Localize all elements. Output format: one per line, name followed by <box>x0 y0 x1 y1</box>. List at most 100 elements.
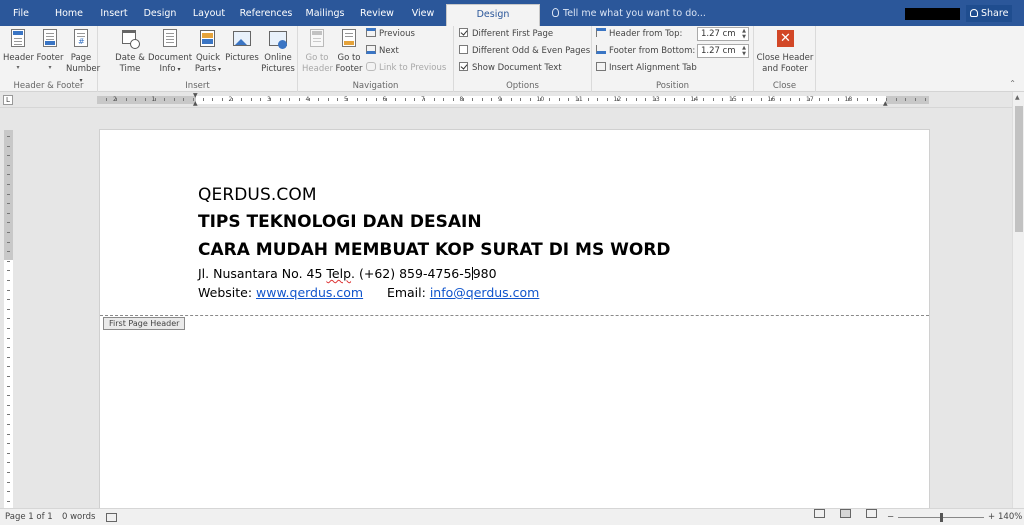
footer-from-bottom-label-row: Footer from Bottom: <box>596 44 695 58</box>
vertical-scrollbar[interactable]: ▲ <box>1012 92 1024 508</box>
go-to-header-button[interactable]: Go to Header <box>302 28 333 75</box>
tell-me-search[interactable]: Tell me what you want to do... <box>552 0 706 26</box>
ruler-tick <box>828 98 830 101</box>
ruler-tick <box>760 98 762 101</box>
vertical-ruler-tick <box>7 145 10 147</box>
header-content[interactable]: QERDUS.COM TIPS TEKNOLOGI DAN DESAIN CAR… <box>198 182 671 302</box>
tab-layout[interactable]: Layout <box>188 0 230 26</box>
header-line-site[interactable]: QERDUS.COM <box>198 182 671 209</box>
close-header-footer-button[interactable]: ✕ Close Header and Footer <box>756 28 814 75</box>
word-count-status[interactable]: 0 words <box>62 509 95 525</box>
print-layout-icon[interactable] <box>840 509 851 518</box>
ruler-tick <box>616 98 618 101</box>
header-line-contact[interactable]: Website: www.qerdus.com Email: info@qerd… <box>198 283 671 302</box>
link-to-previous-label: Link to Previous <box>379 63 447 73</box>
tab-view[interactable]: View <box>406 0 440 26</box>
footer-position-icon <box>596 45 606 54</box>
scrollbar-thumb[interactable] <box>1015 106 1023 232</box>
link-to-previous-button[interactable]: Link to Previous <box>366 61 446 75</box>
first-line-indent-marker[interactable]: ▼ <box>193 93 198 99</box>
collapse-ribbon-icon[interactable]: ⌃ <box>1009 79 1016 88</box>
page-number-button[interactable]: # Page Number ▾ <box>66 28 100 86</box>
right-indent-marker[interactable]: ▲ <box>883 101 888 107</box>
vertical-ruler-tick <box>7 443 10 445</box>
spelling-flag-word[interactable]: Telp <box>326 266 351 281</box>
website-link[interactable]: www.qerdus.com <box>256 285 363 300</box>
tab-selector[interactable]: L <box>3 95 13 105</box>
ruler-tick <box>539 98 541 101</box>
document-info-button[interactable]: Document Info ▾ <box>148 28 192 75</box>
date-time-label-2: Time <box>119 64 141 74</box>
footer-button[interactable]: Footer ▾ <box>35 28 65 71</box>
tab-references[interactable]: References <box>238 0 294 26</box>
header-button[interactable]: Header ▾ <box>3 28 34 71</box>
ruler-tick <box>693 98 695 101</box>
scroll-up-icon[interactable]: ▲ <box>1015 94 1020 101</box>
date-time-label-1: Date & <box>115 53 145 63</box>
footer-from-bottom-input[interactable]: 1.27 cm ▲ ▼ <box>697 44 749 58</box>
tab-insert[interactable]: Insert <box>96 0 132 26</box>
ruler-tick <box>289 98 291 101</box>
vertical-ruler-tick <box>7 404 10 406</box>
document-page[interactable]: QERDUS.COM TIPS TEKNOLOGI DAN DESAIN CAR… <box>99 129 930 525</box>
tab-header-footer-design[interactable]: Design <box>446 4 540 26</box>
proofing-icon[interactable] <box>106 513 117 522</box>
ruler-tick <box>770 98 772 101</box>
online-pictures-button[interactable]: Online Pictures <box>260 28 296 75</box>
ruler-tick <box>356 98 358 101</box>
group-label-header-footer: Header & Footer <box>13 81 84 91</box>
tab-file[interactable]: File <box>6 0 36 26</box>
page-count-status[interactable]: Page 1 of 1 <box>5 509 53 525</box>
footer-from-bottom-value: 1.27 cm <box>701 46 736 56</box>
email-link[interactable]: info@qerdus.com <box>430 285 540 300</box>
tab-home[interactable]: Home <box>50 0 88 26</box>
ruler-tick <box>809 98 810 101</box>
next-button[interactable]: Next <box>366 44 399 58</box>
ruler-tick <box>125 98 127 101</box>
header-line-tagline[interactable]: TIPS TEKNOLOGI DAN DESAIN <box>198 209 671 236</box>
read-mode-icon[interactable] <box>814 509 825 518</box>
header-label: Header <box>3 53 34 63</box>
quick-parts-button[interactable]: Quick Parts ▾ <box>194 28 222 75</box>
vertical-ruler-tick <box>7 395 10 397</box>
ruler-tick <box>481 98 483 101</box>
share-button[interactable]: Share <box>966 5 1012 22</box>
ruler-tick <box>270 98 271 101</box>
title-tab-bar: File Home Insert Design Layout Reference… <box>0 0 1024 26</box>
zoom-level[interactable]: 140% <box>998 509 1022 525</box>
ruler-tick <box>510 98 512 101</box>
spinner-arrows-icon[interactable]: ▲ ▼ <box>742 28 746 40</box>
header-from-top-input[interactable]: 1.27 cm ▲ ▼ <box>697 27 749 41</box>
ribbon: Header ▾ Footer ▾ # Page Number ▾ Header… <box>0 26 1024 92</box>
pictures-button[interactable]: Pictures <box>224 28 260 64</box>
vertical-ruler-tick <box>7 462 10 464</box>
horizontal-ruler[interactable]: L 2123456789101112131415161718 ▼ ▲ ▲ <box>0 92 1024 108</box>
previous-label: Previous <box>379 29 415 39</box>
tab-design[interactable]: Design <box>140 0 180 26</box>
vertical-ruler[interactable] <box>4 130 13 508</box>
tab-mailings[interactable]: Mailings <box>302 0 348 26</box>
ruler-tick <box>433 98 435 101</box>
ruler-tick <box>250 98 252 101</box>
spinner-arrows-icon[interactable]: ▲ ▼ <box>742 45 746 57</box>
account-name-redacted[interactable] <box>905 8 960 20</box>
tab-review[interactable]: Review <box>356 0 398 26</box>
different-odd-even-checkbox[interactable]: Different Odd & Even Pages <box>459 44 590 58</box>
hanging-indent-marker[interactable]: ▲ <box>193 101 198 107</box>
web-layout-icon[interactable] <box>866 509 877 518</box>
previous-button[interactable]: Previous <box>366 27 415 41</box>
zoom-in-button[interactable]: + <box>988 509 995 525</box>
zoom-out-button[interactable]: − <box>887 509 894 525</box>
zoom-slider-knob[interactable] <box>940 513 943 522</box>
different-first-page-checkbox[interactable]: Different First Page <box>459 27 553 41</box>
date-time-button[interactable]: Date & Time <box>112 28 148 75</box>
insert-alignment-tab-button[interactable]: Insert Alignment Tab <box>596 61 697 75</box>
header-line-address[interactable]: Jl. Nusantara No. 45 Telp. (+62) 859-475… <box>198 264 671 283</box>
ruler-tick <box>106 98 108 101</box>
header-line-title[interactable]: CARA MUDAH MEMBUAT KOP SURAT DI MS WORD <box>198 236 671 264</box>
show-document-text-checkbox[interactable]: Show Document Text <box>459 61 562 75</box>
close-header-footer-label-1: Close Header <box>756 53 814 63</box>
ruler-tick <box>202 98 204 101</box>
go-to-footer-button[interactable]: Go to Footer <box>334 28 364 75</box>
ruler-tick <box>857 98 859 101</box>
